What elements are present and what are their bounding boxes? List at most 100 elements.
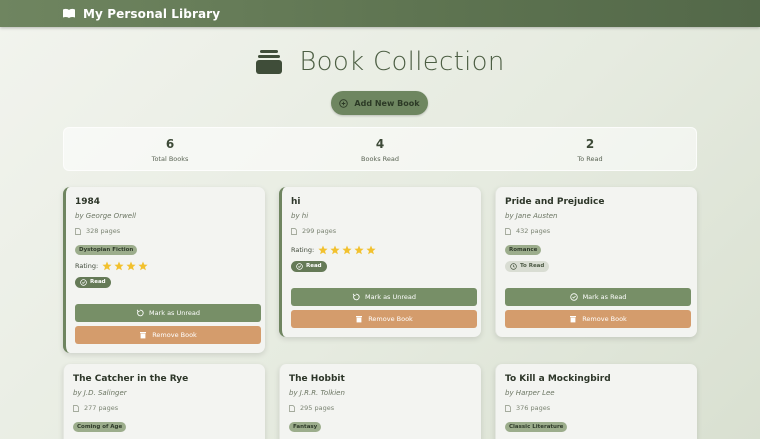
plus-circle-icon [339, 98, 349, 108]
star-icon [126, 261, 136, 271]
book-title: The Hobbit [289, 374, 345, 384]
mark-unread-button[interactable]: Mark as Unread [75, 304, 261, 322]
check-circle-icon [296, 263, 303, 270]
stat-books-read: 4 Books Read [320, 137, 440, 163]
remove-book-label: Remove Book [152, 331, 197, 339]
document-icon [75, 227, 81, 235]
mark-unread-button[interactable]: Mark as Unread [291, 288, 477, 306]
add-new-book-label: Add New Book [354, 98, 420, 108]
document-icon [73, 404, 79, 412]
book-author: by Jane Austen [505, 212, 558, 220]
trash-icon [140, 332, 147, 339]
book-card: 1984 by George Orwell 328 pages Dystopia… [63, 187, 265, 353]
book-pages-text: 376 pages [516, 404, 551, 412]
book-title: 1984 [75, 197, 101, 207]
book-pages-text: 277 pages [84, 404, 119, 412]
mark-read-button[interactable]: Mark as Read [505, 288, 691, 306]
mark-read-label: Mark as Read [582, 293, 627, 301]
undo-icon [136, 309, 144, 317]
rating-stars [318, 245, 378, 255]
status-text: To Read [520, 263, 545, 269]
book-pages-text: 299 pages [302, 227, 337, 235]
stat-label: Total Books [151, 155, 189, 163]
document-icon [505, 227, 511, 235]
document-icon [505, 404, 511, 412]
genre-tag: Coming of Age [73, 422, 127, 432]
page-title: Book Collection [299, 47, 505, 77]
star-icon [138, 261, 148, 271]
check-circle-icon [569, 293, 578, 301]
mark-unread-label: Mark as Unread [364, 293, 417, 301]
genre-tag: Classic Literature [505, 422, 568, 432]
app-title: My Personal Library [83, 6, 221, 21]
book-author: by J.R.R. Tolkien [289, 389, 345, 397]
navbar: My Personal Library [0, 0, 760, 27]
book-card: To Kill a Mockingbird by Harper Lee 376 … [495, 364, 697, 439]
book-author: by George Orwell [75, 212, 136, 220]
clock-icon [510, 263, 517, 270]
check-circle-icon [80, 279, 87, 286]
page-header: Book Collection [0, 42, 760, 82]
book-card: Pride and Prejudice by Jane Austen 432 p… [495, 187, 697, 337]
book-title: Pride and Prejudice [505, 197, 605, 207]
rating-stars [102, 261, 150, 271]
status-text: Read [90, 279, 106, 285]
book-pages: 432 pages [505, 227, 550, 235]
book-pages: 295 pages [289, 404, 334, 412]
book-author: by Harper Lee [505, 389, 555, 397]
status-text: Read [306, 263, 322, 269]
book-pages: 376 pages [505, 404, 550, 412]
star-icon [330, 245, 340, 255]
star-icon [318, 245, 328, 255]
book-pages-text: 328 pages [86, 227, 121, 235]
undo-icon [352, 293, 360, 301]
stat-value: 6 [165, 137, 175, 151]
remove-book-button[interactable]: Remove Book [505, 310, 691, 328]
remove-book-button[interactable]: Remove Book [291, 310, 477, 328]
open-book-icon [63, 8, 75, 18]
star-icon [102, 261, 112, 271]
book-pages-text: 432 pages [516, 227, 551, 235]
stat-total-books: 6 Total Books [110, 137, 230, 163]
genre-tag: Fantasy [289, 422, 322, 432]
document-icon [289, 404, 295, 412]
status-badge: Read [291, 261, 327, 272]
remove-book-label: Remove Book [582, 315, 627, 323]
star-icon [114, 261, 124, 271]
rating-label: Rating: [75, 262, 99, 270]
book-title: To Kill a Mockingbird [505, 374, 611, 384]
genre-tag: Dystopian Fiction [75, 245, 138, 255]
book-title: hi [291, 197, 301, 207]
stats-panel: 6 Total Books 4 Books Read 2 To Read [63, 127, 697, 171]
add-new-book-button[interactable]: Add New Book [331, 91, 428, 115]
trash-icon [570, 316, 577, 323]
book-card: hi by hi 299 pages Rating: Read Mark as … [279, 187, 481, 337]
stat-value: 2 [585, 137, 595, 151]
book-author: by J.D. Salinger [73, 389, 127, 397]
remove-book-label: Remove Book [368, 315, 413, 323]
book-pages: 277 pages [73, 404, 118, 412]
book-rating: Rating: [291, 245, 378, 255]
book-author: by hi [291, 212, 309, 220]
status-badge: Read [75, 277, 111, 288]
book-pages: 299 pages [291, 227, 336, 235]
status-badge: To Read [505, 261, 550, 272]
star-icon [366, 245, 376, 255]
book-stack-icon [256, 50, 283, 74]
remove-book-button[interactable]: Remove Book [75, 326, 261, 344]
book-rating: Rating: [75, 261, 150, 271]
stat-label: Books Read [361, 155, 399, 163]
book-card: The Catcher in the Rye by J.D. Salinger … [63, 364, 265, 439]
star-icon [354, 245, 364, 255]
book-card: The Hobbit by J.R.R. Tolkien 295 pages F… [279, 364, 481, 439]
book-pages-text: 295 pages [300, 404, 335, 412]
document-icon [291, 227, 297, 235]
mark-unread-label: Mark as Unread [148, 309, 201, 317]
stat-value: 4 [375, 137, 385, 151]
stat-label: To Read [577, 155, 603, 163]
genre-tag: Romance [505, 245, 542, 255]
rating-label: Rating: [291, 246, 315, 254]
trash-icon [356, 316, 363, 323]
stat-to-read: 2 To Read [530, 137, 650, 163]
book-title: The Catcher in the Rye [73, 374, 189, 384]
